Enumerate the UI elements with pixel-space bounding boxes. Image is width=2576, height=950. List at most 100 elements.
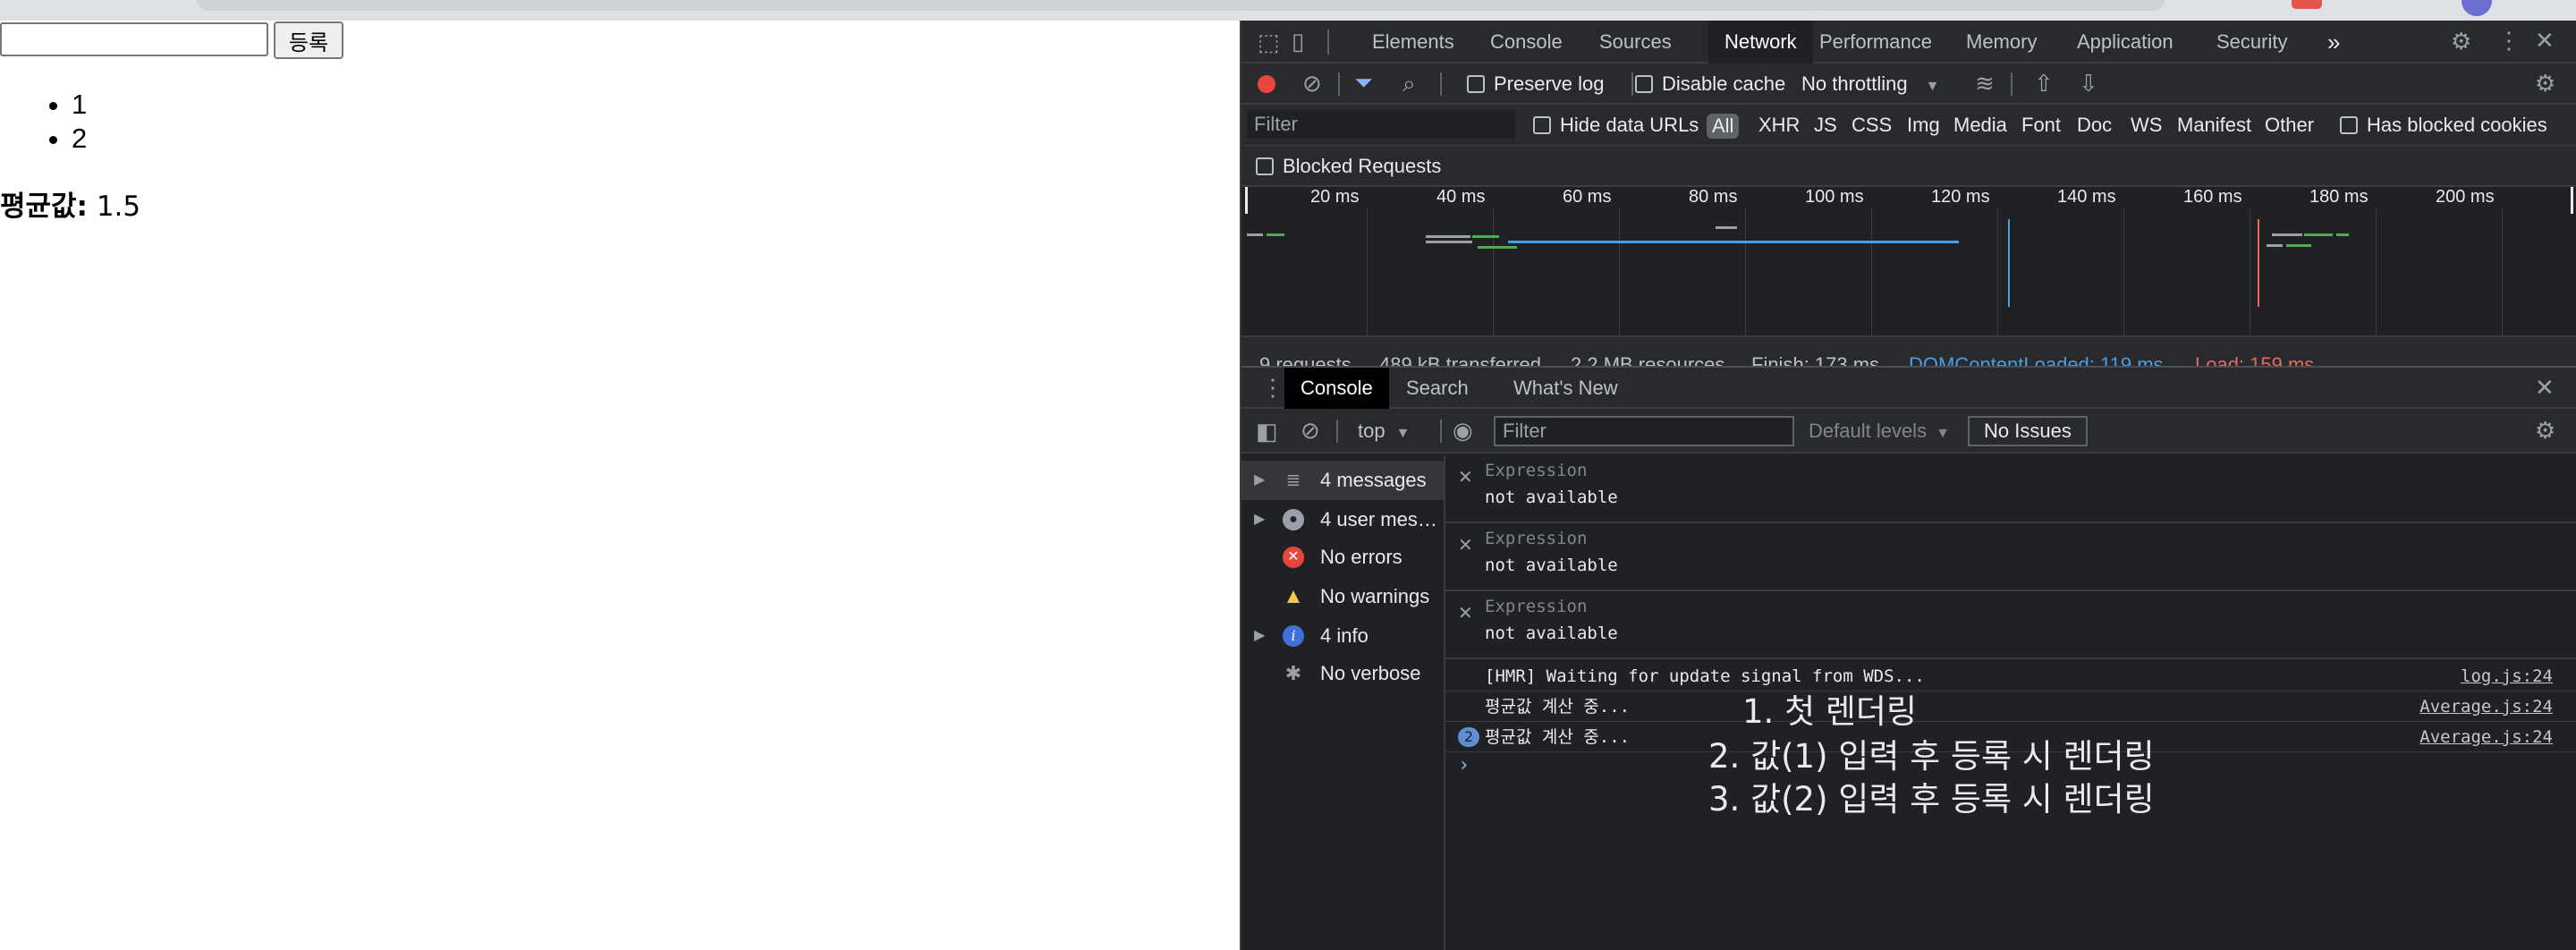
more-tabs-icon[interactable]: » — [2327, 21, 2340, 64]
close-devtools-icon[interactable]: ✕ — [2535, 29, 2555, 52]
remove-expression-icon[interactable]: ✕ — [1458, 466, 1473, 488]
filter-icon[interactable]: ⏷ — [1354, 71, 1373, 94]
sidebar-item-messages[interactable]: ▶ ≣ 4 messages — [1241, 461, 1444, 500]
timeline-tick-label: 120 ms — [1931, 187, 1990, 207]
register-button[interactable]: 등록 — [274, 21, 343, 59]
filter-type-css[interactable]: CSS — [1852, 105, 1892, 146]
divider — [1440, 72, 1442, 96]
address-bar[interactable] — [197, 0, 2165, 11]
filter-type-manifest[interactable]: Manifest — [2177, 105, 2251, 146]
average-label: 평균값: — [0, 191, 88, 223]
clear-icon[interactable]: ⊘ — [1302, 72, 1322, 95]
summary-load: Load: 159 ms — [2195, 353, 2315, 368]
sidebar-item-warnings[interactable]: ▲ No warnings — [1241, 577, 1444, 616]
preserve-log-checkbox[interactable]: Preserve log — [1467, 64, 1605, 105]
device-toolbar-icon[interactable]: ▯ — [1292, 30, 1304, 53]
blocked-requests-checkbox[interactable]: Blocked Requests — [1256, 146, 1441, 187]
export-har-icon[interactable]: ⇩ — [2079, 72, 2098, 95]
filter-type-xhr[interactable]: XHR — [1758, 105, 1800, 146]
tab-elements[interactable]: Elements — [1372, 21, 1454, 64]
network-filter-input[interactable]: Filter — [1247, 110, 1515, 139]
source-link[interactable]: Average.js:24 — [2419, 691, 2553, 722]
profile-avatar[interactable] — [2462, 0, 2492, 16]
inspect-element-icon[interactable]: ⬚ — [1258, 30, 1280, 54]
network-toolbar: ⊘ ⏷ ⌕ Preserve log Disable cache No thro… — [1241, 64, 2576, 105]
request-bar — [1267, 233, 1284, 236]
filter-type-js[interactable]: JS — [1814, 105, 1837, 146]
remove-expression-icon[interactable]: ✕ — [1458, 602, 1473, 623]
sidebar-item-info[interactable]: ▶ i 4 info — [1241, 616, 1444, 656]
source-link[interactable]: Average.js:24 — [2419, 722, 2553, 752]
search-icon[interactable]: ⌕ — [1402, 72, 1416, 95]
network-conditions-icon[interactable]: ≋ — [1975, 72, 1995, 95]
filter-type-font[interactable]: Font — [2021, 105, 2061, 146]
timeline-gridline — [1871, 208, 1872, 337]
drawer-tab-search[interactable]: Search — [1406, 368, 1469, 409]
filter-type-media[interactable]: Media — [1953, 105, 2007, 146]
number-input[interactable] — [0, 22, 268, 56]
record-icon[interactable] — [1258, 75, 1275, 93]
filter-type-all[interactable]: All — [1707, 114, 1740, 139]
drawer-tab-console[interactable]: Console — [1284, 368, 1389, 409]
average-display: 평균값: 1.5 — [0, 183, 140, 224]
hide-data-urls-checkbox[interactable]: Hide data URLs — [1533, 105, 1699, 146]
has-blocked-cookies-checkbox[interactable]: Has blocked cookies — [2340, 105, 2547, 146]
filter-type-ws[interactable]: WS — [2131, 105, 2162, 146]
user-icon: ● — [1283, 509, 1304, 530]
sidebar-item-verbose[interactable]: ✱ No verbose — [1241, 654, 1444, 693]
drawer-tab-whats-new[interactable]: What's New — [1513, 368, 1618, 409]
filter-type-other[interactable]: Other — [2265, 105, 2314, 146]
filter-type-img[interactable]: Img — [1907, 105, 1940, 146]
drawer-menu-icon[interactable]: ⋮ — [1261, 376, 1284, 399]
issues-button[interactable]: No Issues — [1968, 416, 2088, 446]
timeline-gridline — [2502, 208, 2503, 337]
annotation-1: 1. 첫 렌더링 — [1742, 692, 1917, 731]
list-icon: ≣ — [1285, 471, 1301, 490]
timeline-gridline — [1745, 208, 1746, 337]
network-settings-icon[interactable]: ⚙ — [2535, 72, 2555, 95]
more-options-icon[interactable]: ⋮ — [2497, 29, 2521, 52]
tab-network[interactable]: Network — [1708, 21, 1813, 65]
sidebar-item-user-messages[interactable]: ▶ ● 4 user mes… — [1241, 500, 1444, 539]
divider — [1631, 72, 1633, 96]
log-levels-select[interactable]: Default levels ▼ — [1809, 409, 1950, 454]
timeline-gridline — [1493, 208, 1494, 337]
tab-console[interactable]: Console — [1490, 21, 1563, 64]
range-handle-right[interactable] — [2571, 187, 2573, 214]
tab-sources[interactable]: Sources — [1599, 21, 1672, 64]
live-expression-eye-icon[interactable]: ◉ — [1453, 419, 1473, 442]
remove-expression-icon[interactable]: ✕ — [1458, 534, 1473, 556]
close-drawer-icon[interactable]: ✕ — [2535, 376, 2555, 399]
expand-arrow-icon[interactable]: ▶ — [1254, 500, 1265, 539]
annotation-2: 2. 값(1) 입력 후 등록 시 렌더링 — [1708, 737, 2155, 776]
import-har-icon[interactable]: ⇧ — [2034, 72, 2054, 95]
sidebar-toggle-icon[interactable]: ◧ — [1256, 420, 1278, 443]
extension-icon[interactable] — [2292, 0, 2322, 9]
expand-arrow-icon[interactable]: ▶ — [1254, 461, 1265, 500]
console-prompt[interactable]: › — [1458, 754, 1470, 776]
filter-type-doc[interactable]: Doc — [2077, 105, 2112, 146]
context-selector[interactable]: top ▼ — [1358, 409, 1410, 454]
timeline-tick-label: 60 ms — [1563, 187, 1612, 207]
console-settings-icon[interactable]: ⚙ — [2535, 419, 2555, 442]
tab-application[interactable]: Application — [2077, 21, 2174, 64]
browser-top-bar — [0, 0, 2576, 21]
tab-security[interactable]: Security — [2216, 21, 2287, 64]
source-link[interactable]: log.js:24 — [2461, 661, 2553, 691]
disable-cache-checkbox[interactable]: Disable cache — [1635, 64, 1785, 105]
expand-arrow-icon[interactable]: ▶ — [1254, 616, 1265, 656]
tab-performance[interactable]: Performance — [1819, 21, 1932, 64]
network-overview-timeline[interactable]: 20 ms 40 ms 60 ms 80 ms 100 ms 120 ms 140 ms 16… — [1241, 187, 2576, 337]
range-handle-left[interactable] — [1245, 187, 1248, 214]
request-bar — [1472, 235, 1499, 238]
console-filter-input[interactable]: Filter — [1494, 416, 1794, 446]
sidebar-item-errors[interactable]: ✕ No errors — [1241, 538, 1444, 577]
settings-icon[interactable]: ⚙ — [2451, 30, 2471, 53]
throttling-select[interactable]: No throttling ▼ — [1801, 64, 1939, 105]
request-bar — [1426, 241, 1472, 243]
timeline-tick-label: 20 ms — [1310, 187, 1360, 207]
clear-console-icon[interactable]: ⊘ — [1301, 419, 1320, 442]
tab-memory[interactable]: Memory — [1966, 21, 2037, 64]
verbose-icon: ✱ — [1284, 662, 1302, 684]
divider — [1336, 420, 1338, 443]
